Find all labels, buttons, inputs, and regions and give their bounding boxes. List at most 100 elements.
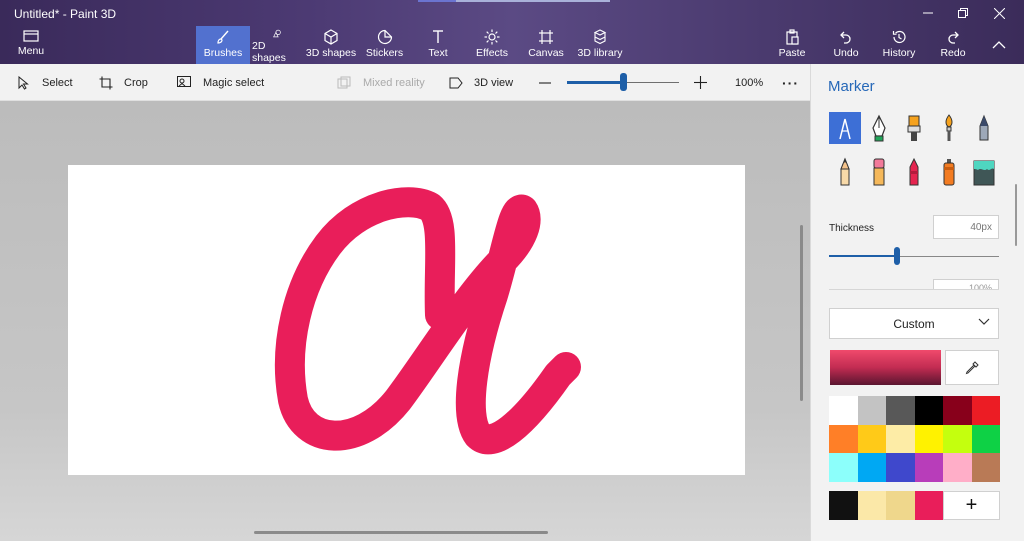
menu-button[interactable]: Menu: [10, 26, 52, 64]
zoom-level[interactable]: 100%: [735, 64, 763, 101]
tab-brushes-label: Brushes: [203, 47, 243, 59]
undo-button[interactable]: Undo: [831, 26, 861, 64]
color-swatch[interactable]: [857, 396, 886, 425]
thickness-slider-fill: [829, 255, 897, 257]
custom-color-swatch[interactable]: [914, 491, 943, 520]
history-label: History: [882, 47, 916, 59]
crop-label: Crop: [124, 76, 148, 89]
zoom-out-button[interactable]: [539, 64, 551, 101]
color-swatch[interactable]: [971, 453, 1000, 482]
tab-3d-library[interactable]: 3D library: [577, 26, 623, 64]
history-icon: [892, 30, 906, 44]
custom-colors: +: [829, 491, 1000, 520]
chevron-down-icon: [978, 318, 990, 325]
mixed-reality-icon: [337, 76, 351, 88]
cursor-icon: [18, 75, 29, 90]
select-button[interactable]: Select: [17, 64, 73, 101]
tab-text[interactable]: Text: [421, 26, 455, 64]
color-swatch[interactable]: [943, 424, 972, 454]
color-swatch[interactable]: [886, 453, 915, 482]
crayon-icon: [909, 157, 919, 186]
workspace[interactable]: [0, 101, 810, 541]
eraser-icon: [873, 158, 885, 186]
select-label: Select: [42, 76, 73, 89]
color-swatch[interactable]: [886, 396, 915, 425]
close-button[interactable]: [981, 0, 1017, 26]
brush-crayon[interactable]: [898, 156, 930, 188]
maximize-button[interactable]: [945, 0, 981, 26]
texture-dropdown[interactable]: Custom: [829, 308, 999, 339]
color-swatch[interactable]: [914, 396, 943, 425]
color-swatch[interactable]: [857, 453, 886, 482]
thickness-input[interactable]: 40px: [933, 215, 999, 239]
folder-icon: [23, 30, 39, 42]
paste-label: Paste: [778, 47, 806, 59]
brush-watercolor[interactable]: [933, 112, 965, 144]
color-swatch[interactable]: [829, 424, 858, 454]
brush-calligraphy-pen[interactable]: [863, 112, 895, 144]
more-options-button[interactable]: ···: [782, 64, 799, 101]
drawing-canvas[interactable]: [68, 165, 745, 475]
crop-icon: [99, 76, 113, 89]
opacity-input[interactable]: 100%: [933, 279, 999, 289]
color-swatch[interactable]: [914, 453, 943, 482]
paste-button[interactable]: Paste: [776, 26, 808, 64]
marker-brush-icon: [839, 118, 851, 140]
color-swatch[interactable]: [829, 453, 858, 482]
mixed-reality-label: Mixed reality: [363, 76, 425, 89]
zoom-in-button[interactable]: [694, 64, 707, 101]
pixel-pen-icon: [979, 114, 989, 141]
color-swatch[interactable]: [857, 424, 886, 454]
color-swatch[interactable]: [943, 396, 972, 425]
3d-view-button[interactable]: 3D view: [449, 64, 513, 101]
collapse-ribbon-button[interactable]: [981, 30, 1017, 60]
crop-button[interactable]: Crop: [99, 64, 148, 101]
tab-effects[interactable]: Effects: [472, 26, 512, 64]
brush-pencil[interactable]: [829, 156, 861, 188]
minimize-button[interactable]: [910, 0, 946, 26]
restore-icon: [958, 8, 968, 18]
color-swatch[interactable]: [971, 396, 1000, 425]
add-color-button[interactable]: +: [943, 491, 1000, 520]
zoom-slider-thumb[interactable]: [619, 73, 627, 91]
custom-color-swatch[interactable]: [829, 491, 858, 520]
color-swatch[interactable]: [943, 453, 972, 482]
color-swatch[interactable]: [886, 424, 915, 454]
canvas-icon: [539, 30, 553, 44]
tab-canvas[interactable]: Canvas: [527, 26, 565, 64]
custom-color-swatch[interactable]: [857, 491, 886, 520]
stickers-icon: [377, 29, 392, 45]
brush-fill[interactable]: [968, 156, 1000, 188]
panel-title: Marker: [828, 78, 875, 95]
color-swatch[interactable]: [971, 424, 1000, 454]
pencil-icon: [840, 157, 850, 186]
zoom-slider[interactable]: [567, 64, 679, 101]
tab-stickers[interactable]: Stickers: [362, 26, 407, 64]
mixed-reality-button[interactable]: Mixed reality: [337, 64, 425, 101]
redo-button[interactable]: Redo: [939, 26, 967, 64]
magic-select-button[interactable]: Magic select: [177, 64, 264, 101]
horizontal-scrollbar[interactable]: [254, 531, 548, 534]
brush-panel: Marker Thickness 40px 100% Custom +: [810, 64, 1024, 541]
tab-brushes[interactable]: Brushes: [196, 26, 250, 64]
panel-scrollbar[interactable]: [1015, 184, 1017, 246]
eyedropper-button[interactable]: [945, 350, 999, 385]
tab-3d-library-label: 3D library: [577, 47, 623, 59]
brush-spray-can[interactable]: [933, 156, 965, 188]
history-button[interactable]: History: [880, 26, 918, 64]
current-color-preview[interactable]: [830, 350, 941, 385]
custom-color-swatch[interactable]: [886, 491, 915, 520]
thickness-slider-thumb[interactable]: [894, 247, 900, 265]
color-swatch[interactable]: [914, 424, 943, 454]
watercolor-brush-icon: [945, 114, 953, 141]
2d-shapes-icon: [273, 29, 281, 38]
minimize-icon: [923, 12, 933, 14]
brush-eraser[interactable]: [863, 156, 895, 188]
vertical-scrollbar[interactable]: [800, 225, 803, 401]
brush-pixel-pen[interactable]: [968, 112, 1000, 144]
tab-2d-shapes[interactable]: 2D shapes: [252, 26, 302, 64]
brush-oil[interactable]: [898, 112, 930, 144]
color-swatch[interactable]: [829, 396, 858, 425]
brush-marker[interactable]: [829, 112, 861, 144]
tab-3d-shapes[interactable]: 3D shapes: [305, 26, 357, 64]
